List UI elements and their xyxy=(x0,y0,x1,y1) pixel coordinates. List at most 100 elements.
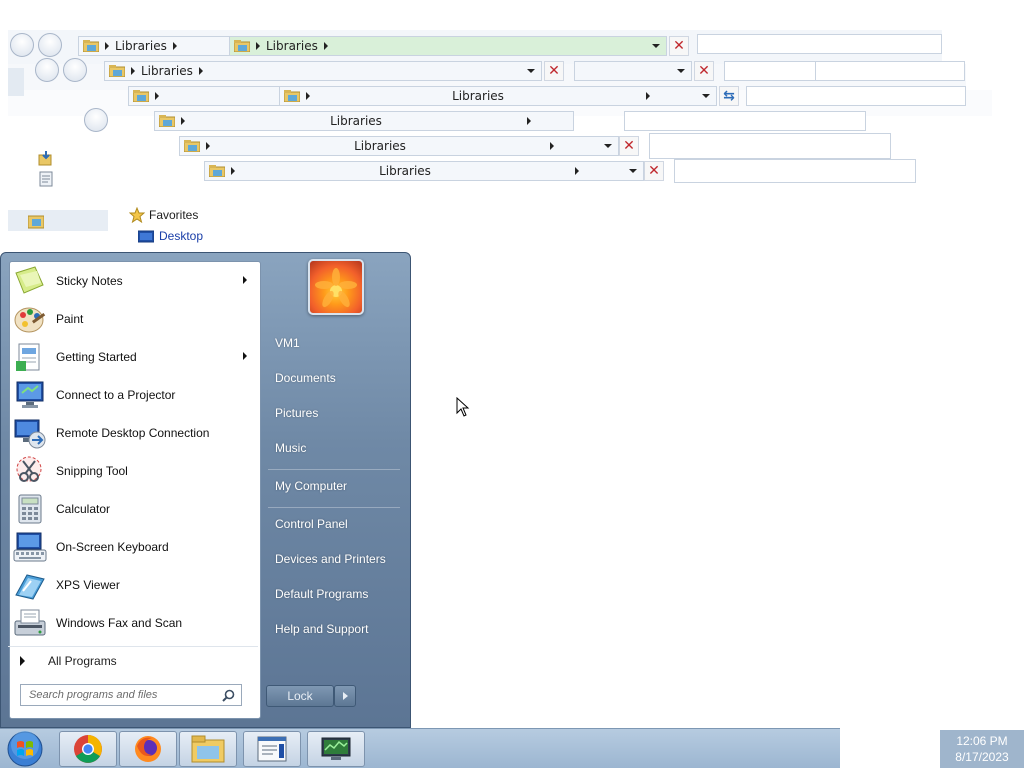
address-bar[interactable]: Libraries xyxy=(179,136,619,156)
help-support-link[interactable]: Help and Support xyxy=(275,622,368,636)
search-input[interactable] xyxy=(724,61,816,81)
chevron-down-icon[interactable] xyxy=(604,144,613,148)
forward-button[interactable] xyxy=(63,58,87,82)
search-input[interactable] xyxy=(697,34,942,54)
devices-printers-link[interactable]: Devices and Printers xyxy=(275,552,386,566)
libraries-icon[interactable] xyxy=(28,213,44,229)
breadcrumb-libraries[interactable]: Libraries xyxy=(452,89,504,103)
folder-icon xyxy=(184,140,200,152)
taskbar-firefox[interactable] xyxy=(119,731,177,767)
downloads-icon[interactable] xyxy=(38,150,54,166)
search-input[interactable] xyxy=(746,86,966,106)
breadcrumb-arrow xyxy=(527,117,532,125)
menu-separator xyxy=(268,507,400,508)
star-icon xyxy=(129,207,145,223)
breadcrumb-arrow xyxy=(231,167,235,175)
chrome-icon xyxy=(74,735,102,763)
back-button[interactable] xyxy=(84,108,108,132)
search-input[interactable] xyxy=(624,111,866,131)
address-bar[interactable]: Libraries xyxy=(78,36,230,56)
music-link[interactable]: Music xyxy=(275,441,306,455)
breadcrumb-libraries[interactable]: Libraries xyxy=(330,114,382,128)
breadcrumb-arrow xyxy=(172,42,177,50)
folder-icon xyxy=(234,40,250,52)
taskbar-notepad[interactable] xyxy=(243,731,301,767)
recent-places-icon[interactable] xyxy=(38,171,54,187)
address-bar[interactable] xyxy=(574,61,692,81)
documents-link[interactable]: Documents xyxy=(275,371,336,385)
folder-icon xyxy=(284,90,300,102)
chevron-down-icon[interactable] xyxy=(652,44,660,48)
breadcrumb-libraries[interactable]: Libraries xyxy=(141,64,193,78)
projector-icon xyxy=(13,379,47,411)
address-bar[interactable] xyxy=(128,86,280,106)
refresh-icon[interactable]: ⇆ xyxy=(719,86,739,106)
desktop-link[interactable]: Desktop xyxy=(159,229,203,243)
close-icon[interactable]: ✕ xyxy=(669,36,689,56)
breadcrumb-libraries[interactable]: Libraries xyxy=(354,139,406,153)
breadcrumb-libraries[interactable]: Libraries xyxy=(266,39,318,53)
back-button[interactable] xyxy=(10,33,34,57)
breadcrumb-arrow xyxy=(181,117,185,125)
breadcrumb-arrow xyxy=(550,142,555,150)
breadcrumb-arrow xyxy=(105,42,109,50)
user-avatar[interactable] xyxy=(308,259,364,315)
default-programs-link[interactable]: Default Programs xyxy=(275,587,368,601)
remote-desktop-icon xyxy=(13,417,47,449)
program-item[interactable]: On-Screen Keyboard xyxy=(9,528,259,566)
program-item[interactable]: Snipping Tool xyxy=(9,452,259,490)
close-icon[interactable]: ✕ xyxy=(544,61,564,81)
program-label: XPS Viewer xyxy=(56,578,120,592)
chevron-down-icon[interactable] xyxy=(527,69,535,73)
program-item[interactable]: Paint xyxy=(9,300,259,338)
breadcrumb-arrow xyxy=(131,67,135,75)
search-input[interactable] xyxy=(649,133,891,159)
address-bar[interactable]: Libraries xyxy=(204,161,644,181)
control-panel-link[interactable]: Control Panel xyxy=(275,517,348,531)
program-label: Getting Started xyxy=(56,350,137,364)
search-input[interactable] xyxy=(815,61,965,81)
close-icon[interactable]: ✕ xyxy=(619,136,639,156)
program-item[interactable]: Sticky Notes xyxy=(9,262,259,300)
favorites-label[interactable]: Favorites xyxy=(149,208,198,222)
breadcrumb-libraries[interactable]: Libraries xyxy=(379,164,431,178)
search-input[interactable] xyxy=(674,159,916,183)
chevron-down-icon[interactable] xyxy=(629,169,638,173)
program-item[interactable]: Getting Started xyxy=(9,338,259,376)
program-label: Connect to a Projector xyxy=(56,388,176,402)
program-item[interactable]: XPS Viewer xyxy=(9,566,259,604)
address-bar[interactable]: Libraries xyxy=(279,86,717,106)
back-button[interactable] xyxy=(35,58,59,82)
taskbar-system-monitor[interactable] xyxy=(307,731,365,767)
program-item[interactable]: Connect to a Projector xyxy=(9,376,259,414)
pictures-link[interactable]: Pictures xyxy=(275,406,318,420)
chevron-right-icon[interactable] xyxy=(243,352,247,360)
program-label: On-Screen Keyboard xyxy=(56,540,169,554)
program-label: Snipping Tool xyxy=(56,464,128,478)
taskbar-chrome[interactable] xyxy=(59,731,117,767)
program-item[interactable]: Remote Desktop Connection xyxy=(9,414,259,452)
windows-logo-icon xyxy=(7,731,43,767)
nav-ghost xyxy=(8,210,108,231)
address-bar[interactable]: Libraries xyxy=(229,36,667,56)
chevron-down-icon[interactable] xyxy=(702,94,711,98)
address-bar[interactable]: Libraries xyxy=(154,111,574,131)
program-item[interactable]: Calculator xyxy=(9,490,259,528)
start-button[interactable] xyxy=(4,730,46,768)
user-folder-link[interactable]: VM1 xyxy=(275,336,300,350)
address-bar[interactable]: Libraries xyxy=(104,61,542,81)
explorer-ghost-band xyxy=(8,68,24,96)
taskbar-explorer[interactable] xyxy=(179,731,237,767)
forward-button[interactable] xyxy=(38,33,62,57)
chevron-right-icon[interactable] xyxy=(243,276,247,284)
breadcrumb-arrow xyxy=(206,142,210,150)
chevron-down-icon[interactable] xyxy=(677,69,685,73)
system-clock[interactable]: 12:06 PM 8/17/2023 xyxy=(940,730,1024,768)
computer-link[interactable]: My Computer xyxy=(275,479,347,493)
close-icon[interactable]: ✕ xyxy=(644,161,664,181)
close-icon[interactable]: ✕ xyxy=(694,61,714,81)
breadcrumb-libraries[interactable]: Libraries xyxy=(115,39,167,53)
program-item[interactable]: Windows Fax and Scan xyxy=(9,604,259,642)
menu-separator xyxy=(268,469,400,470)
clock-time: 12:06 PM xyxy=(956,734,1008,748)
